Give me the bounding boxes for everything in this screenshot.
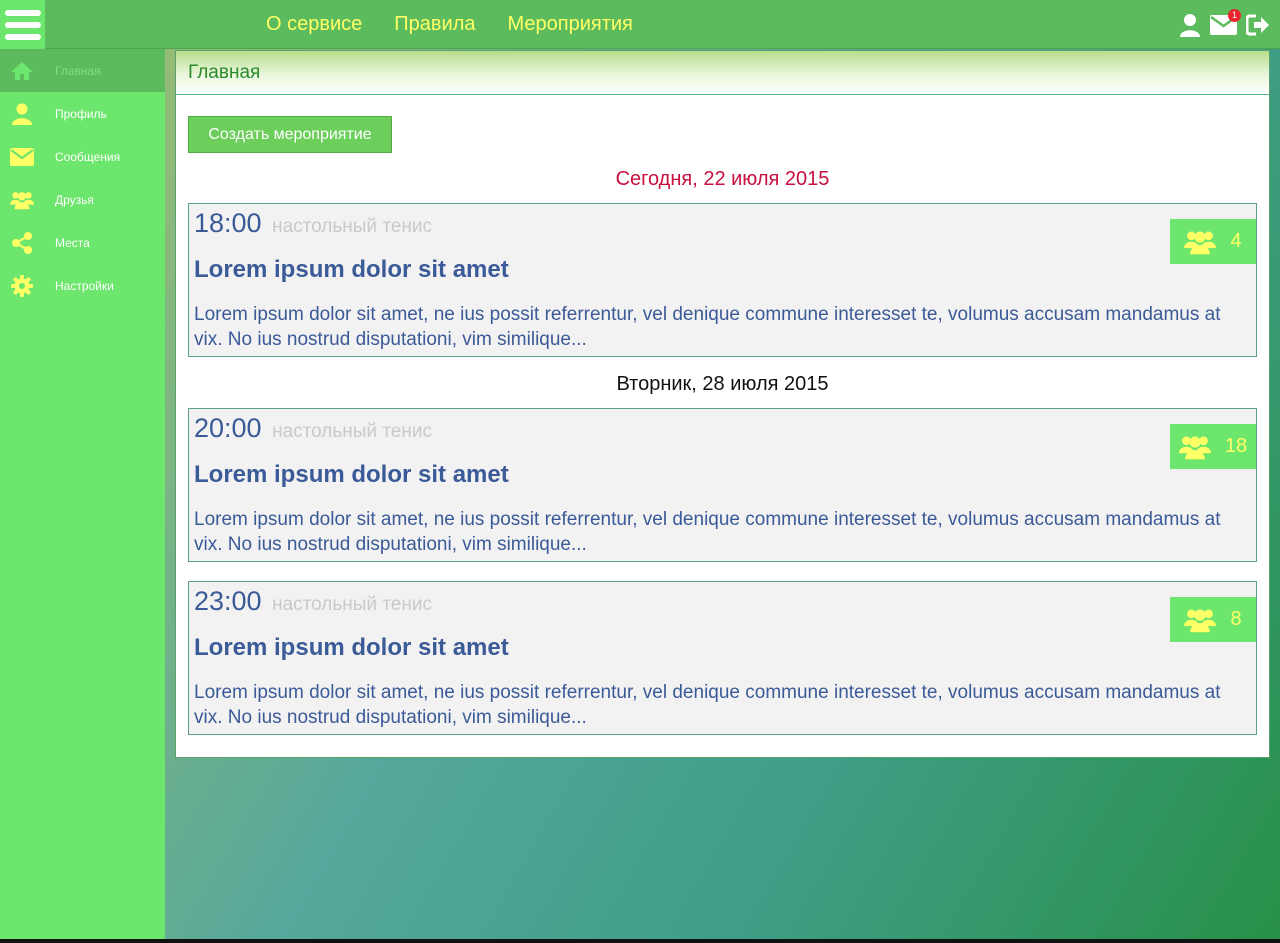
event-sport: настольный тенис	[272, 594, 432, 615]
participants-count: 4	[1230, 230, 1242, 252]
event-title[interactable]: Lorem ipsum dolor sit amet	[194, 461, 509, 489]
event-description: Lorem ipsum dolor sit amet, ne ius possi…	[194, 304, 1221, 350]
nav-events-link[interactable]: Мероприятия	[508, 13, 633, 36]
event-time-line: 20:00 настольный тенис	[194, 413, 432, 444]
users-icon	[1184, 231, 1217, 254]
logout-icon[interactable]	[1246, 14, 1270, 36]
bottom-edge	[0, 939, 1280, 943]
mail-badge: 1	[1228, 9, 1241, 22]
event-description: Lorem ipsum dolor sit amet, ne ius possi…	[194, 682, 1221, 728]
event-sport: настольный тенис	[272, 216, 432, 237]
event-card[interactable]: 20:00 настольный тенис 18 Lorem ipsum do…	[188, 408, 1257, 562]
gear-icon	[10, 274, 34, 298]
page-title: Главная	[188, 61, 261, 83]
event-time-line: 23:00 настольный тенис	[194, 586, 432, 617]
user-icon[interactable]	[1179, 13, 1201, 37]
participants-count: 8	[1230, 608, 1242, 630]
event-card[interactable]: 23:00 настольный тенис 8 Lorem ipsum dol…	[188, 581, 1257, 735]
date-heading: Сегодня, 22 июля 2015	[615, 168, 830, 190]
main-panel: Главная Создать мероприятие Сегодня, 22 …	[175, 50, 1270, 758]
top-bar: О сервисе Правила Мероприятия 1	[0, 0, 1280, 49]
sidebar-item-label: Профиль	[55, 106, 107, 121]
event-description: Lorem ipsum dolor sit amet, ne ius possi…	[194, 509, 1221, 555]
top-icons: 1	[1179, 9, 1270, 37]
sidebar-item-profile[interactable]: Профиль	[0, 92, 165, 135]
participants-badge[interactable]: 8	[1170, 597, 1256, 642]
top-nav: О сервисе Правила Мероприятия	[266, 0, 665, 49]
share-icon	[10, 231, 34, 255]
sidebar-item-friends[interactable]: Друзья	[0, 178, 165, 221]
event-time: 20:00	[194, 413, 262, 443]
sidebar: Главная Профиль Сообщения Друзья Места Н…	[0, 49, 165, 939]
event-title[interactable]: Lorem ipsum dolor sit amet	[194, 634, 509, 662]
envelope-icon	[10, 145, 34, 169]
users-icon	[1184, 609, 1217, 632]
nav-rules-link[interactable]: Правила	[394, 13, 475, 36]
event-title[interactable]: Lorem ipsum dolor sit amet	[194, 256, 509, 284]
sidebar-item-settings[interactable]: Настройки	[0, 264, 165, 307]
event-time: 23:00	[194, 586, 262, 616]
users-icon	[10, 188, 34, 212]
users-icon	[1178, 436, 1211, 459]
panel-header: Главная	[176, 51, 1269, 95]
sidebar-item-messages[interactable]: Сообщения	[0, 135, 165, 178]
create-event-button[interactable]: Создать мероприятие	[188, 116, 392, 153]
home-icon	[10, 59, 34, 83]
nav-about-link[interactable]: О сервисе	[266, 13, 362, 36]
sidebar-item-home[interactable]: Главная	[0, 49, 165, 92]
sidebar-item-label: Сообщения	[55, 149, 121, 164]
sidebar-item-label: Друзья	[55, 192, 94, 207]
event-card[interactable]: 18:00 настольный тенис 4 Lorem ipsum dol…	[188, 203, 1257, 357]
event-sport: настольный тенис	[272, 421, 432, 442]
event-time: 18:00	[194, 208, 262, 238]
sidebar-item-places[interactable]: Места	[0, 221, 165, 264]
menu-icon[interactable]	[0, 0, 45, 49]
participants-badge[interactable]: 18	[1170, 424, 1256, 469]
sidebar-item-label: Настройки	[55, 278, 114, 293]
participants-count: 18	[1224, 435, 1248, 457]
mail-icon[interactable]: 1	[1210, 9, 1241, 35]
participants-badge[interactable]: 4	[1170, 219, 1256, 264]
event-time-line: 18:00 настольный тенис	[194, 208, 432, 239]
sidebar-item-label: Главная	[55, 63, 101, 78]
sidebar-item-label: Места	[55, 235, 90, 250]
date-heading: Вторник, 28 июля 2015	[616, 373, 829, 395]
user-icon	[10, 102, 34, 126]
